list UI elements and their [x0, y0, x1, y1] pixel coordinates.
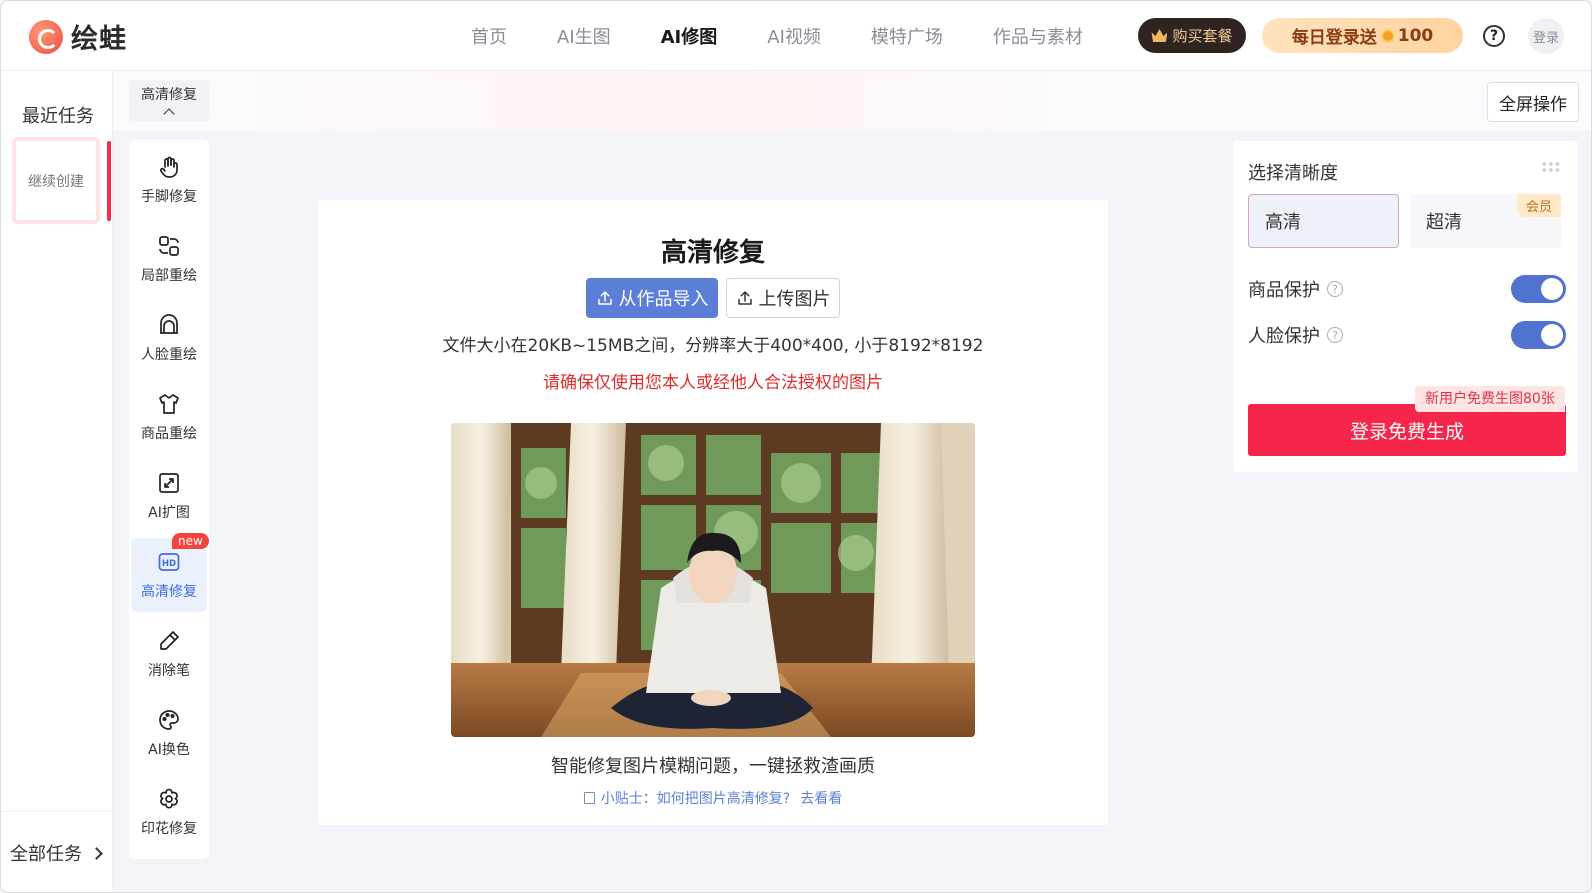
nav-item-ai-video[interactable]: AI视频	[767, 23, 821, 49]
grip-icon[interactable]	[1541, 161, 1561, 173]
logo[interactable]: 绘蛙	[29, 17, 127, 56]
partial-repaint-icon	[159, 235, 179, 256]
product-protect-toggle[interactable]	[1511, 275, 1566, 303]
tool-label: AI扩图	[148, 504, 190, 521]
new-user-promo-badge: 新用户免费生图80张	[1415, 386, 1565, 412]
sample-image	[451, 423, 975, 737]
coin-icon	[1380, 28, 1395, 43]
clarity-option-label: 超清	[1426, 212, 1462, 233]
all-tasks-label: 全部任务	[10, 844, 82, 865]
tool-label: AI换色	[148, 741, 190, 758]
tool-category-toggle[interactable]: 高清修复	[129, 80, 209, 121]
tool-hand-repair[interactable]: 手脚修复	[129, 143, 209, 217]
tool-hd-repair[interactable]: new HD 高清修复	[131, 533, 209, 612]
clarity-title: 选择清晰度	[1248, 163, 1338, 184]
upload-card: 高清修复 从作品导入 上传图片 文件大小在20KB~15MB之间，分辨率大于40…	[318, 200, 1108, 825]
upload-icon	[737, 291, 752, 305]
nav-item-model-plaza[interactable]: 模特广场	[871, 23, 943, 49]
logo-text: 绘蛙	[71, 24, 127, 55]
tool-face-repaint[interactable]: 人脸重绘	[129, 301, 209, 375]
tool-ai-expand[interactable]: AI扩图	[129, 459, 209, 533]
app-window: 绘蛙 首页 AI生图 AI修图 AI视频 模特广场 作品与素材 购买套餐 每日登…	[0, 0, 1592, 893]
tool-label: 人脸重绘	[141, 346, 197, 363]
daily-login-amount: 100	[1397, 25, 1434, 46]
tool-label: 消除笔	[148, 662, 190, 679]
tool-label: 手脚修复	[141, 188, 197, 205]
buy-package-label: 购买套餐	[1172, 27, 1233, 45]
eraser-pen-icon	[160, 630, 179, 650]
toggle-label: 商品保护	[1248, 280, 1320, 301]
tool-ai-recolor[interactable]: AI换色	[129, 696, 209, 770]
fullscreen-button[interactable]: 全屏操作	[1487, 82, 1579, 122]
tool-label: 印花修复	[141, 820, 197, 837]
product-protect-row: 商品保护 ?	[1248, 274, 1566, 304]
continue-create-card[interactable]: 继续创建	[12, 137, 100, 224]
nav-item-works[interactable]: 作品与素材	[993, 23, 1083, 49]
new-badge: new	[172, 533, 209, 549]
all-tasks-link[interactable]: 全部任务	[1, 811, 113, 892]
expand-icon	[159, 472, 179, 493]
page-title: 高清修复	[660, 238, 765, 268]
flower-icon	[160, 788, 178, 809]
shirt-icon	[159, 393, 179, 414]
face-protect-row: 人脸保护 ?	[1248, 320, 1566, 350]
tool-category-label: 高清修复	[141, 87, 197, 103]
hand-icon	[160, 156, 178, 178]
file-size-note: 文件大小在20KB~15MB之间，分辨率大于400*400, 小于8192*81…	[442, 336, 984, 356]
tool-label: 局部重绘	[141, 267, 197, 284]
nav-item-ai-generate[interactable]: AI生图	[557, 23, 611, 49]
tool-label: 商品重绘	[141, 425, 197, 442]
authorization-warning: 请确保仅使用您本人或经他人合法授权的图片	[543, 373, 883, 393]
main-nav: 首页 AI生图 AI修图 AI视频 模特广场 作品与素材	[471, 23, 1133, 49]
question-icon[interactable]: ?	[1327, 281, 1343, 297]
toggle-label: 人脸保护	[1248, 326, 1320, 347]
logo-icon	[29, 19, 63, 54]
tool-label: 高清修复	[141, 583, 197, 600]
face-icon	[160, 313, 178, 334]
tool-product-repaint[interactable]: 商品重绘	[129, 380, 209, 454]
chevron-right-icon	[90, 846, 103, 860]
feature-caption: 智能修复图片模糊问题，一键拯救渣画质	[551, 756, 875, 777]
book-icon	[583, 792, 595, 804]
recent-tasks-panel: 最近任务 继续创建 全部任务	[1, 71, 113, 892]
palette-icon	[159, 709, 179, 730]
top-navbar: 绘蛙 首页 AI生图 AI修图 AI视频 模特广场 作品与素材 购买套餐 每日登…	[1, 1, 1591, 71]
main-toolbar	[113, 71, 1591, 131]
tool-partial-repaint[interactable]: 局部重绘	[129, 222, 209, 296]
face-protect-toggle[interactable]	[1511, 321, 1566, 349]
daily-login-label: 每日登录送	[1291, 28, 1377, 48]
tip-text: 小贴士：如何把图片高清修复?	[600, 791, 791, 807]
hd-icon: HD	[158, 552, 180, 571]
buy-package-button[interactable]: 购买套餐	[1138, 18, 1246, 53]
upload-image-button[interactable]: 上传图片	[726, 278, 840, 318]
settings-panel: 选择清晰度 高清 超清 会员 商品保护 ? 人脸保护 ? 登录免费生成 新用户免…	[1233, 141, 1578, 472]
clarity-option-uhd[interactable]: 超清 会员	[1410, 194, 1561, 248]
import-from-works-button[interactable]: 从作品导入	[586, 278, 718, 318]
import-label: 从作品导入	[618, 289, 709, 310]
tool-sidebar: 手脚修复 局部重绘 人脸重绘 商品重绘 AI扩图 new HD 高清修复 消除笔	[129, 140, 209, 859]
upload-label: 上传图片	[758, 289, 831, 310]
upload-icon	[597, 291, 612, 305]
nav-item-home[interactable]: 首页	[471, 23, 507, 49]
login-avatar[interactable]: 登录	[1528, 18, 1564, 54]
tool-print-repair[interactable]: 印花修复	[129, 775, 209, 849]
recent-tasks-title: 最近任务	[22, 106, 94, 127]
clarity-option-hd[interactable]: 高清	[1248, 194, 1399, 248]
help-icon[interactable]: ?	[1483, 25, 1505, 47]
daily-login-reward-button[interactable]: 每日登录送 100	[1262, 18, 1463, 53]
svg-text:HD: HD	[162, 559, 176, 569]
chevron-up-icon	[163, 108, 175, 120]
vip-badge: 会员	[1516, 194, 1561, 217]
tip-row: 小贴士：如何把图片高清修复? 去看看	[318, 788, 1108, 808]
crown-icon	[1151, 29, 1168, 42]
nav-item-ai-retouch[interactable]: AI修图	[661, 23, 718, 49]
active-task-indicator	[107, 141, 111, 221]
tool-eraser-pen[interactable]: 消除笔	[129, 617, 209, 691]
question-icon[interactable]: ?	[1327, 327, 1343, 343]
tip-link[interactable]: 去看看	[800, 791, 842, 807]
